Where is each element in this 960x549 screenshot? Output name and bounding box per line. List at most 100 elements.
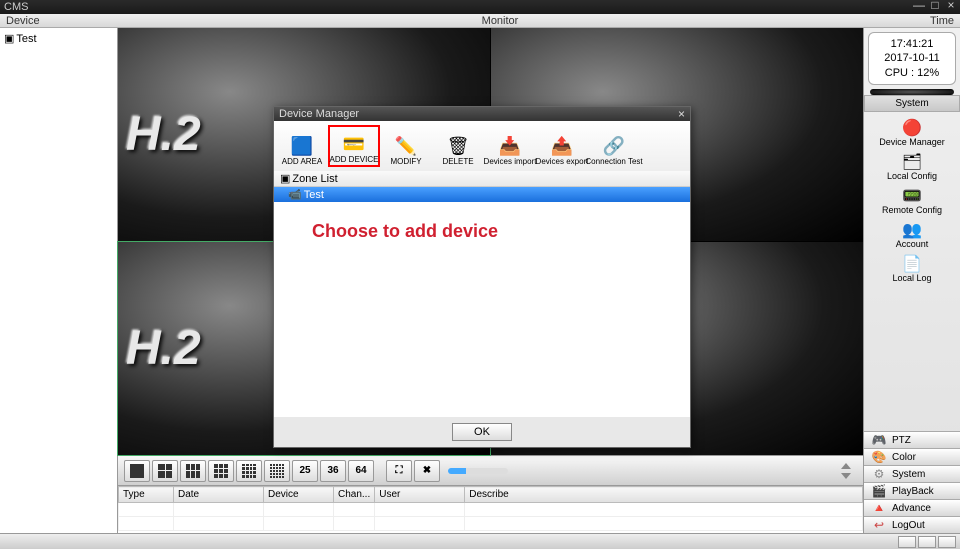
system-item-label: Remote Config: [882, 205, 942, 215]
system-item-label: Account: [896, 239, 929, 249]
layout-25[interactable]: 25: [292, 460, 318, 482]
tool-add-area[interactable]: 🟦ADD AREA: [276, 125, 328, 167]
system-item-local-config[interactable]: 🗂Local Config: [866, 150, 958, 184]
disconnect-button[interactable]: ✖: [414, 460, 440, 482]
delete-icon: 🗑: [445, 135, 471, 157]
th-describe[interactable]: Describe: [465, 487, 863, 503]
header-bar: Device Monitor Time: [0, 14, 960, 28]
tab-label: Color: [892, 452, 916, 463]
tool-label: DELETE: [442, 157, 473, 166]
system-icon: ⚙: [870, 467, 888, 481]
tab-ptz[interactable]: 🎮PTZ: [864, 431, 960, 448]
ok-button[interactable]: OK: [452, 423, 512, 441]
tool-add-device[interactable]: 💳ADD DEVICE: [328, 125, 380, 167]
minimize-button[interactable]: —: [912, 0, 926, 12]
th-type[interactable]: Type: [119, 487, 174, 503]
tree-icon: ▣: [4, 32, 14, 45]
device-manager-icon: 🔴: [901, 119, 923, 137]
clock-date: 2017-10-11: [873, 51, 951, 65]
layout-6[interactable]: [180, 460, 206, 482]
local-config-icon: 🗂: [901, 153, 923, 171]
system-item-label: Local Config: [887, 171, 937, 181]
account-icon: 👥: [901, 221, 923, 239]
system-item-remote-config[interactable]: 📟Remote Config: [866, 184, 958, 218]
layout-toolbar: 25 36 64 ⛶ ✖: [118, 455, 863, 485]
system-item-device-manager[interactable]: 🔴Device Manager: [866, 116, 958, 150]
device-tree[interactable]: ▣ Test: [0, 28, 118, 533]
zone-list-root[interactable]: ▣ Zone List: [274, 171, 690, 187]
close-button[interactable]: ×: [944, 0, 958, 12]
tool-label: Devices import: [484, 157, 537, 166]
devices-import-icon: 📥: [497, 135, 523, 157]
time-box: 17:41:21 2017-10-11 CPU : 12%: [868, 32, 956, 85]
tool-connection-test[interactable]: 🔗Connection Test: [588, 125, 640, 167]
cpu-usage: CPU : 12%: [873, 66, 951, 80]
tool-label: ADD AREA: [282, 157, 322, 166]
layout-16[interactable]: [236, 460, 262, 482]
tree-root[interactable]: ▣ Test: [2, 30, 115, 47]
dialog-title: Device Manager: [279, 108, 359, 120]
layout-25-icon[interactable]: [264, 460, 290, 482]
device-icon: 📹: [288, 188, 302, 201]
status-button[interactable]: [938, 536, 956, 548]
th-channel[interactable]: Chan...: [334, 487, 375, 503]
th-date[interactable]: Date: [174, 487, 264, 503]
system-item-label: Local Log: [892, 273, 931, 283]
tab-logout[interactable]: ↩LogOut: [864, 516, 960, 533]
tool-modify[interactable]: ✏️MODIFY: [380, 125, 432, 167]
zone-list-label: Zone List: [292, 173, 337, 185]
th-user[interactable]: User: [375, 487, 465, 503]
tab-advance[interactable]: 🔺 Advance: [864, 499, 960, 516]
tool-label: Devices export: [536, 157, 589, 166]
tool-delete[interactable]: 🗑DELETE: [432, 125, 484, 167]
system-item-account[interactable]: 👥Account: [866, 218, 958, 252]
tool-devices-import[interactable]: 📥Devices import: [484, 125, 536, 167]
app-titlebar: CMS — □ ×: [0, 0, 960, 14]
layout-9[interactable]: [208, 460, 234, 482]
fullscreen-button[interactable]: ⛶: [386, 460, 412, 482]
table-row[interactable]: [119, 503, 863, 517]
dialog-close-icon[interactable]: ×: [678, 107, 685, 121]
tab-system[interactable]: ⚙System: [864, 465, 960, 482]
watermark-left: H.2: [126, 321, 201, 376]
add-area-icon: 🟦: [289, 135, 315, 157]
device-manager-dialog: Device Manager × 🟦ADD AREA💳ADD DEVICE✏️M…: [273, 106, 691, 448]
tab-label: Advance: [892, 503, 931, 514]
zone-list-item-selected[interactable]: 📹 Test: [274, 187, 690, 202]
tab-label: LogOut: [892, 520, 925, 531]
color-icon: 🎨: [870, 450, 888, 464]
zone-item-label: Test: [304, 189, 324, 201]
dialog-toolbar: 🟦ADD AREA💳ADD DEVICE✏️MODIFY🗑DELETE📥Devi…: [274, 121, 690, 171]
zone-list-area[interactable]: ▣ Zone List 📹 Test Choose to add device: [274, 171, 690, 417]
maximize-button[interactable]: □: [928, 0, 942, 12]
tab-color[interactable]: 🎨 Color: [864, 448, 960, 465]
connection-test-icon: 🔗: [601, 135, 627, 157]
status-button[interactable]: [898, 536, 916, 548]
layout-1[interactable]: [124, 460, 150, 482]
table-row[interactable]: [119, 517, 863, 531]
layout-64[interactable]: 64: [348, 460, 374, 482]
layout-4[interactable]: [152, 460, 178, 482]
log-table: Type Date Device Chan... User Describe: [118, 485, 863, 533]
advance-icon: 🔺: [870, 501, 888, 515]
th-device[interactable]: Device: [264, 487, 334, 503]
volume-slider[interactable]: [448, 468, 508, 474]
modify-icon: ✏️: [393, 135, 419, 157]
local-log-icon: 📄: [901, 255, 923, 273]
scroll-updown[interactable]: [841, 463, 855, 479]
header-device-label: Device: [6, 15, 106, 27]
tool-devices-export[interactable]: 📤Devices export: [536, 125, 588, 167]
watermark-left: H.2: [126, 107, 201, 162]
dialog-titlebar[interactable]: Device Manager ×: [274, 107, 690, 121]
layout-36[interactable]: 36: [320, 460, 346, 482]
tree-root-label: Test: [16, 33, 36, 45]
tool-label: ADD DEVICE: [330, 155, 379, 164]
system-heading: System: [864, 95, 960, 112]
helper-text: Choose to add device: [312, 221, 498, 242]
tab-playback[interactable]: 🎬PlayBack: [864, 482, 960, 499]
add-device-icon: 💳: [341, 133, 367, 155]
status-button[interactable]: [918, 536, 936, 548]
tool-label: Connection Test: [585, 157, 642, 166]
system-item-local-log[interactable]: 📄Local Log: [866, 252, 958, 286]
tab-label: PlayBack: [892, 486, 934, 497]
